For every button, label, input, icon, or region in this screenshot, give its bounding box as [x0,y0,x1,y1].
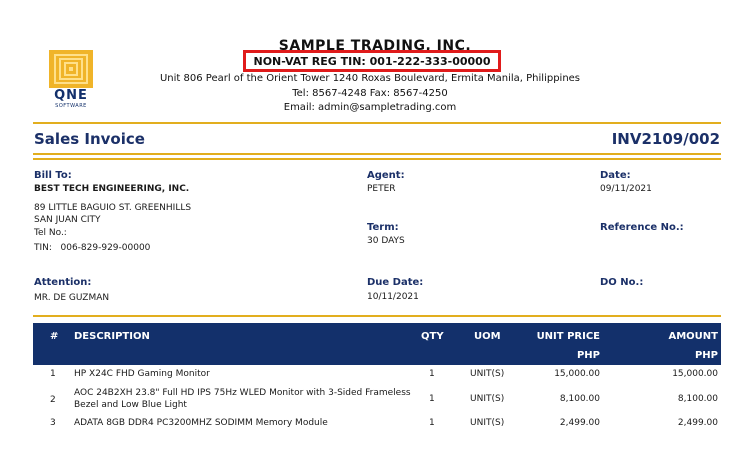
due-date-label: Due Date: [367,277,424,288]
attention-label: Attention: [34,277,92,288]
row-qty: 1 [429,369,435,379]
agent-label: Agent: [367,170,405,181]
reference-label: Reference No.: [600,222,684,233]
company-email: Email: admin@sampletrading.com [283,102,457,113]
table-row: 2 AOC 24B2XH 23.8" Full HD IPS 75Hz WLED… [33,388,721,414]
term-value: 30 DAYS [367,236,405,246]
row-uom: UNIT(S) [470,394,505,404]
column-header-unit-price: UNIT PRICE [536,331,600,342]
due-date-value: 10/11/2021 [367,292,419,302]
agent-value: PETER [367,184,396,194]
bill-to-label: Bill To: [34,170,72,181]
company-contact: Tel: 8567-4248 Fax: 8567-4250 [292,88,448,99]
table-row: 1 HP X24C FHD Gaming Monitor 1 UNIT(S) 1… [33,369,721,383]
document-number: INV2109/002 [611,130,720,148]
row-number: 3 [50,418,56,428]
row-qty: 1 [429,394,435,404]
tin-highlight-box: NON-VAT REG TIN: 001-222-333-00000 [243,50,501,72]
bill-to-address-line1: 89 LITTLE BAGUIO ST. GREENHILLS [34,203,192,213]
logo-text: QNE [54,88,88,103]
row-qty: 1 [429,418,435,428]
row-unit-price: 8,100.00 [559,394,600,404]
term-label: Term: [367,222,399,233]
divider-line [33,122,721,124]
date-label: Date: [600,170,631,181]
row-unit-price: 15,000.00 [554,369,600,379]
row-description: HP X24C FHD Gaming Monitor [74,369,210,379]
row-unit-price: 2,499.00 [559,418,600,428]
divider-line [33,153,721,155]
row-description: ADATA 8GB DDR4 PC3200MHZ SODIMM Memory M… [74,418,328,428]
bill-to-tel: Tel No.: [34,228,67,238]
row-number: 1 [50,369,56,379]
row-description-line2: Bezel and Low Blue Light [74,400,187,410]
row-description: AOC 24B2XH 23.8" Full HD IPS 75Hz WLED M… [74,388,411,398]
column-header-amount: AMOUNT [668,331,718,342]
date-value: 09/11/2021 [600,184,652,194]
logo-subtext: SOFTWARE [55,103,87,109]
column-header-amount-currency: PHP [694,350,718,361]
bill-to-address-line2: SAN JUAN CITY [34,215,101,225]
column-header-no: # [50,331,59,342]
do-no-label: DO No.: [600,277,644,288]
items-table-header: # DESCRIPTION QTY UOM UNIT PRICE PHP AMO… [33,323,721,365]
divider-line [33,158,721,160]
tin-label: NON-VAT REG TIN: 001-222-333-00000 [253,54,491,68]
row-uom: UNIT(S) [470,369,505,379]
bill-to-tin: TIN: 006-829-929-00000 [34,243,151,253]
company-logo: QNE SOFTWARE [46,48,96,110]
company-address: Unit 806 Pearl of the Orient Tower 1240 … [159,73,581,84]
row-amount: 15,000.00 [672,369,718,379]
column-header-description: DESCRIPTION [74,331,150,342]
column-header-unit-price-currency: PHP [576,350,600,361]
row-amount: 8,100.00 [677,394,718,404]
row-uom: UNIT(S) [470,418,505,428]
divider-line [33,315,721,317]
column-header-qty: QTY [421,331,444,342]
column-header-uom: UOM [474,331,501,342]
table-row: 3 ADATA 8GB DDR4 PC3200MHZ SODIMM Memory… [33,418,721,432]
attention-value: MR. DE GUZMAN [34,293,110,303]
bill-to-name: BEST TECH ENGINEERING, INC. [34,184,190,194]
row-number: 2 [50,395,56,405]
document-title: Sales Invoice [34,130,145,148]
row-amount: 2,499.00 [677,418,718,428]
